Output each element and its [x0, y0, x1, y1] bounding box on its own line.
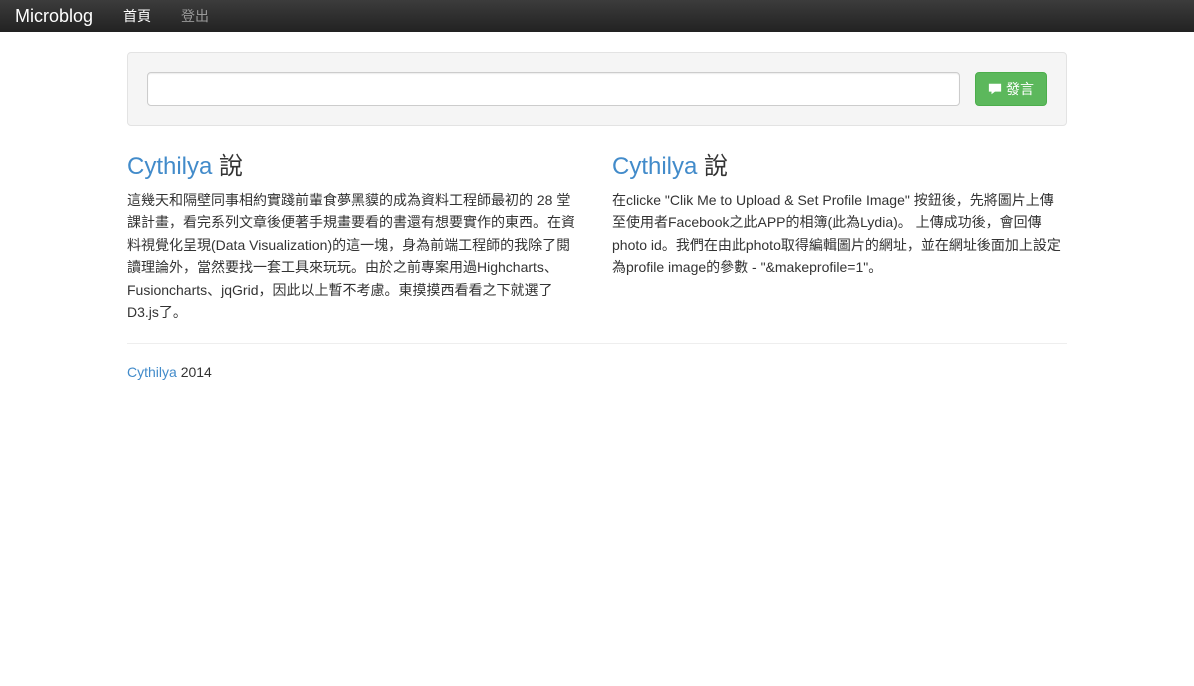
divider	[127, 343, 1067, 344]
post-verb: 說	[219, 153, 243, 180]
nav-logout[interactable]: 登出	[166, 0, 224, 32]
brand-link[interactable]: Microblog	[0, 0, 108, 32]
submit-label: 發言	[1006, 79, 1034, 99]
post-title: Cythilya 說	[612, 146, 1067, 181]
post-body: 這幾天和隔壁同事相約實踐前輩食夢黑貘的成為資料工程師最初的 28 堂課計畫，看完…	[127, 189, 582, 323]
post-author[interactable]: Cythilya	[612, 153, 697, 180]
post-author[interactable]: Cythilya	[127, 153, 212, 180]
footer: Cythilya 2014	[127, 364, 1067, 400]
submit-button[interactable]: 發言	[975, 72, 1047, 106]
comment-icon	[988, 82, 1002, 96]
composer: 發言	[127, 52, 1067, 126]
post-verb: 說	[704, 153, 728, 180]
posts-row: Cythilya 說 這幾天和隔壁同事相約實踐前輩食夢黑貘的成為資料工程師最初的…	[127, 146, 1067, 323]
main-container: 發言 Cythilya 說 這幾天和隔壁同事相約實踐前輩食夢黑貘的成為資料工程師…	[112, 52, 1082, 400]
footer-link[interactable]: Cythilya	[127, 364, 177, 380]
post: Cythilya 說 在clicke "Clik Me to Upload & …	[612, 146, 1067, 323]
post-body: 在clicke "Clik Me to Upload & Set Profile…	[612, 189, 1067, 279]
navbar: Microblog 首頁 登出	[0, 0, 1194, 32]
post-input[interactable]	[147, 72, 960, 106]
nav-home[interactable]: 首頁	[108, 0, 166, 32]
post-title: Cythilya 說	[127, 146, 582, 181]
footer-year: 2014	[181, 364, 212, 380]
post: Cythilya 說 這幾天和隔壁同事相約實踐前輩食夢黑貘的成為資料工程師最初的…	[127, 146, 582, 323]
